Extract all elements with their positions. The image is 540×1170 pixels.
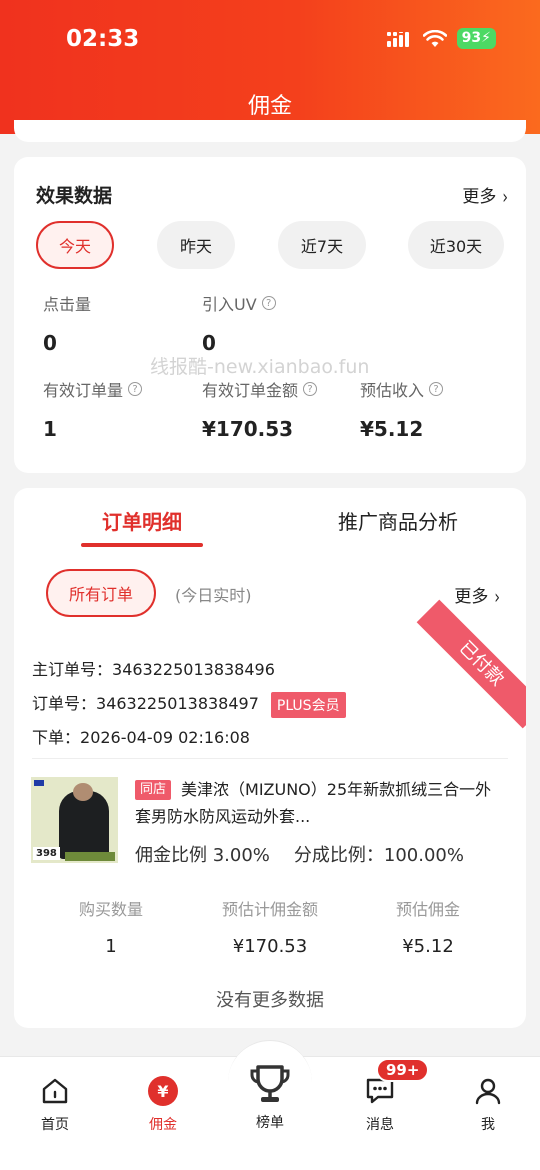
orders-more-link[interactable]: 更多 › [454, 582, 500, 610]
tab-product-analysis[interactable]: 推广商品分析 [338, 506, 458, 535]
stats-more-label: 更多 [462, 187, 497, 207]
summary-value: 1 [105, 936, 117, 957]
main-order-label: 主订单号： [32, 660, 113, 679]
chevron-right-icon: › [494, 586, 500, 610]
tab-messages[interactable]: 消息 [340, 1074, 420, 1134]
split-rate: 分成比例：100.00% [293, 845, 464, 866]
metric-est-income: 预估收入? ¥5.12 [360, 377, 444, 441]
summary-label: 预估计佣金额 [221, 900, 318, 919]
yen-icon: ¥ [148, 1076, 178, 1106]
watermark: 线报酷-new.xianbao.fun [150, 356, 370, 378]
order-time: 下单：2026-04-09 02:16:08 [32, 724, 250, 748]
message-count-badge: 99+ [376, 1058, 430, 1082]
tab-order-details[interactable]: 订单明细 [102, 506, 182, 535]
metric-label: 引入UV [202, 295, 257, 314]
commission-rate: 佣金比例 3.00% [135, 845, 270, 866]
metric-label: 点击量 [43, 295, 92, 314]
product-image[interactable]: 398 [31, 777, 118, 863]
period-tab-30days[interactable]: 近30天 [408, 221, 504, 269]
metric-label: 有效订单量 [43, 381, 124, 400]
period-tab-today[interactable]: 今天 [36, 221, 114, 269]
tab-underline [81, 543, 203, 547]
order-label: 订单号： [32, 694, 97, 713]
order-time-value: 2026-04-09 02:16:08 [80, 728, 250, 747]
metric-uv: 引入UV? 0 [202, 291, 276, 355]
summary-label: 预估佣金 [395, 900, 460, 919]
signal-icon [386, 31, 409, 47]
metric-valid-amount: 有效订单金额? ¥170.53 [202, 377, 318, 441]
wifi-icon [422, 29, 447, 47]
metric-label: 预估收入 [360, 381, 425, 400]
period-tab-7days[interactable]: 近7天 [278, 221, 366, 269]
product-title[interactable]: 同店 美津浓（MIZUNO）25年新款抓绒三合一外套男防水防风运动外套... [135, 776, 505, 830]
product-ratios: 佣金比例 3.00% 分成比例：100.00% [135, 841, 464, 867]
realtime-label: (今日实时) [175, 586, 252, 605]
previous-card-edge [14, 120, 526, 142]
metric-value: 1 [43, 417, 57, 441]
order-time-label: 下单： [32, 728, 81, 747]
brand-logo [34, 780, 44, 786]
order-number: 订单号：3463225013838497 PLUS会员 [32, 690, 346, 718]
no-more-data: 没有更多数据 [216, 990, 324, 1011]
performance-card: 效果数据 更多 › 今天 昨天 近7天 近30天 点击量 0 引入UV? 0 有效… [14, 157, 526, 473]
metric-value: 0 [43, 331, 57, 355]
filter-all-orders[interactable]: 所有订单 [46, 569, 156, 617]
header: 02:33 93⚡ 佣金 [0, 0, 540, 134]
tab-label: 榜单 [256, 1115, 284, 1131]
summary-value: ¥170.53 [232, 936, 308, 957]
tab-ranking[interactable]: 榜单 [230, 1060, 310, 1132]
metric-valid-orders: 有效订单量? 1 [43, 377, 143, 441]
promo-strip [65, 852, 115, 861]
summary-quantity: 购买数量 1 [41, 896, 181, 957]
tab-label: 首页 [41, 1117, 69, 1133]
page-title: 佣金 [247, 94, 292, 119]
status-time: 02:33 [66, 26, 140, 52]
status-ribbon: 已付款 [416, 599, 526, 729]
jacket-figure [59, 791, 109, 859]
summary-est-commission: 预估佣金 ¥5.12 [358, 896, 498, 957]
help-icon[interactable]: ? [261, 296, 276, 310]
help-icon[interactable]: ? [429, 382, 444, 396]
shop-badge: 同店 [135, 780, 172, 800]
period-tab-yesterday[interactable]: 昨天 [157, 221, 235, 269]
main-order-value[interactable]: 3463225013838496 [112, 660, 275, 679]
model-head [73, 783, 93, 801]
tab-home[interactable]: 首页 [15, 1074, 95, 1134]
help-icon[interactable]: ? [128, 382, 143, 396]
summary-value: ¥5.12 [402, 936, 454, 957]
product-title-text: 美津浓（MIZUNO）25年新款抓绒三合一外套男防水防风运动外套... [135, 780, 492, 826]
status-icons: 93⚡ [386, 28, 496, 49]
performance-title: 效果数据 [36, 185, 113, 207]
home-icon [42, 1078, 68, 1104]
tab-commission[interactable]: ¥ 佣金 [123, 1074, 203, 1134]
order-value[interactable]: 3463225013838497 [96, 694, 259, 713]
trophy-icon [250, 1065, 290, 1102]
stats-more-link[interactable]: 更多 › [462, 182, 508, 210]
metric-label: 有效订单金额 [202, 381, 299, 400]
tab-me[interactable]: 我 [448, 1074, 528, 1134]
orders-more-label: 更多 [454, 587, 489, 607]
metric-clicks: 点击量 0 [43, 291, 91, 355]
metric-value: ¥170.53 [202, 417, 294, 441]
plus-member-badge: PLUS会员 [270, 691, 346, 718]
battery-indicator: 93⚡ [456, 28, 496, 49]
user-icon [475, 1078, 501, 1105]
main-order-number: 主订单号：3463225013838496 [32, 656, 275, 680]
orders-card: 订单明细 推广商品分析 所有订单 (今日实时) 更多 › 已付款 主订单号：346… [14, 488, 526, 1028]
summary-label: 购买数量 [78, 900, 143, 919]
divider [32, 758, 508, 759]
tab-label: 消息 [366, 1117, 394, 1133]
chevron-right-icon: › [502, 186, 508, 210]
summary-commission-base: 预估计佣金额 ¥170.53 [200, 896, 340, 957]
tab-label: 我 [481, 1117, 495, 1133]
help-icon[interactable]: ? [303, 382, 318, 396]
tab-label: 佣金 [149, 1117, 177, 1133]
metric-value: ¥5.12 [360, 417, 424, 441]
image-price-tag: 398 [33, 847, 60, 860]
